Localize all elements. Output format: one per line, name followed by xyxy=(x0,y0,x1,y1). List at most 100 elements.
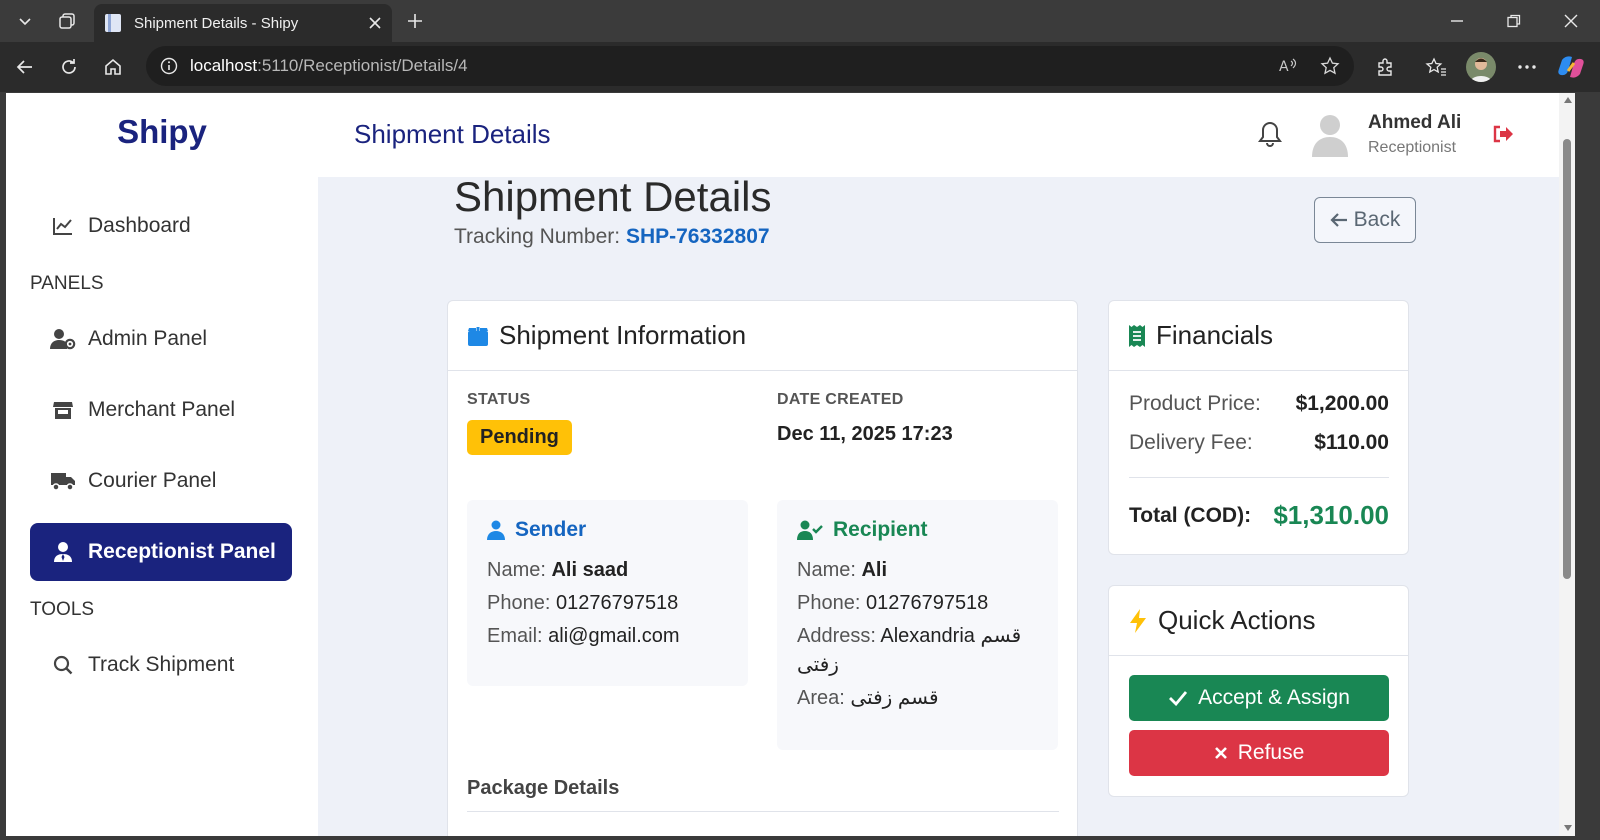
refresh-icon[interactable] xyxy=(52,50,86,84)
sidebar-item-label: Track Shipment xyxy=(88,653,235,676)
sender-phone: Phone: 01276797518 xyxy=(487,592,679,614)
chart-line-icon xyxy=(50,216,76,236)
sidebar-item-merchant-panel[interactable]: Merchant Panel xyxy=(30,381,292,439)
recipient-name: Name: Ali xyxy=(797,559,888,581)
recipient-address: Address: Alexandria قسم زفتى xyxy=(797,625,1022,676)
box-icon xyxy=(467,325,489,347)
bolt-icon xyxy=(1128,608,1148,634)
divider xyxy=(1129,477,1389,478)
sidebar-item-label: Merchant Panel xyxy=(88,398,236,421)
sidebar-item-dashboard[interactable]: Dashboard xyxy=(30,197,292,255)
sender-box: Sender Name: Ali saad Phone: 01276797518… xyxy=(467,500,748,686)
sidebar-item-admin-panel[interactable]: Admin Panel xyxy=(30,310,292,368)
read-aloud-icon[interactable]: A xyxy=(1278,56,1298,76)
scroll-up-arrow-icon[interactable] xyxy=(1564,97,1572,103)
user-name: Ahmed Ali xyxy=(1368,112,1462,133)
date-created-label: DATE CREATED xyxy=(777,391,904,408)
user-avatar[interactable] xyxy=(1312,113,1348,157)
user-role: Receptionist xyxy=(1368,139,1457,156)
user-check-icon xyxy=(797,520,823,540)
window-close-icon[interactable] xyxy=(1554,4,1588,38)
sidebar-item-receptionist-panel[interactable]: Receptionist Panel xyxy=(30,523,292,581)
new-tab-icon[interactable] xyxy=(398,4,432,38)
status-badge: Pending xyxy=(467,420,572,455)
delivery-fee-row: Delivery Fee: $110.00 xyxy=(1129,431,1389,454)
workspaces-icon[interactable] xyxy=(50,4,84,38)
sidebar: Shipy Dashboard PANELS Admin Panel Merch… xyxy=(6,93,318,836)
refuse-button[interactable]: Refuse xyxy=(1129,730,1389,776)
card-title: Quick Actions xyxy=(1158,605,1316,635)
card-header: Financials xyxy=(1109,301,1408,371)
tab-list-chevron-icon[interactable] xyxy=(8,4,42,38)
section-label-panels: PANELS xyxy=(30,273,104,294)
card-title: Shipment Information xyxy=(499,320,747,350)
restore-icon[interactable] xyxy=(1497,4,1531,38)
extensions-puzzle-icon[interactable] xyxy=(1368,50,1402,84)
card-header: Shipment Information xyxy=(448,301,1077,371)
recipient-area: Area: قسم زفتى xyxy=(797,687,939,709)
tab-close-icon[interactable] xyxy=(368,16,382,30)
section-label-tools: TOOLS xyxy=(30,599,95,620)
copilot-icon[interactable] xyxy=(1556,52,1586,82)
back-button[interactable]: Back xyxy=(1314,197,1416,243)
sidebar-item-label: Courier Panel xyxy=(88,469,217,492)
arrow-left-icon xyxy=(1330,212,1348,228)
financials-card: Financials Product Price: $1,200.00 Deliv… xyxy=(1108,300,1409,555)
product-price-row: Product Price: $1,200.00 xyxy=(1129,392,1389,415)
card-header: Quick Actions xyxy=(1109,586,1408,656)
logout-icon[interactable] xyxy=(1492,124,1514,144)
user-icon xyxy=(487,520,505,540)
sender-email: Email: ali@gmail.com xyxy=(487,625,680,647)
scrollbar-thumb[interactable] xyxy=(1563,139,1571,579)
page-favicon-icon xyxy=(104,13,122,33)
home-icon[interactable] xyxy=(96,50,130,84)
sidebar-item-label: Admin Panel xyxy=(88,327,208,350)
date-created-value: Dec 11, 2025 17:23 xyxy=(777,423,953,445)
brand-logo[interactable]: Shipy xyxy=(6,113,318,151)
package-details-heading: Package Details xyxy=(467,777,620,799)
accept-assign-button[interactable]: Accept & Assign xyxy=(1129,675,1389,721)
browser-tab-bar: Shipment Details - Shipy xyxy=(0,0,1600,42)
user-gear-icon xyxy=(50,328,76,350)
vertical-scrollbar[interactable] xyxy=(1559,93,1575,836)
notification-bell-icon[interactable] xyxy=(1258,120,1282,148)
back-button-label: Back xyxy=(1353,208,1401,231)
site-info-icon[interactable] xyxy=(160,57,178,75)
minimize-icon[interactable] xyxy=(1440,4,1474,38)
sidebar-item-label: Receptionist Panel xyxy=(88,540,276,563)
top-header: Shipment Details Ahmed Ali Receptionist xyxy=(318,93,1575,177)
header-page-title: Shipment Details xyxy=(354,119,551,149)
tracking-number: SHP-76332807 xyxy=(625,225,770,248)
shipment-info-card: Shipment Information STATUS Pending DATE… xyxy=(447,300,1078,836)
truck-icon xyxy=(50,471,76,491)
recipient-heading: Recipient xyxy=(797,518,1038,542)
quick-actions-card: Quick Actions Accept & Assign Refuse xyxy=(1108,585,1409,797)
tracking-label: Tracking Number: xyxy=(454,225,621,248)
sidebar-item-track-shipment[interactable]: Track Shipment xyxy=(30,636,292,694)
search-icon xyxy=(50,655,76,675)
accept-assign-label: Accept & Assign xyxy=(1198,686,1350,709)
recipient-phone: Phone: 01276797518 xyxy=(797,592,989,614)
favorites-icon[interactable] xyxy=(1419,50,1453,84)
browser-profile-avatar[interactable] xyxy=(1466,52,1496,82)
total-row: Total (COD): $1,310.00 xyxy=(1129,500,1389,530)
page-viewport: Shipy Dashboard PANELS Admin Panel Merch… xyxy=(6,93,1575,836)
favorite-star-icon[interactable] xyxy=(1320,56,1340,76)
scroll-down-arrow-icon[interactable] xyxy=(1564,825,1572,831)
check-icon xyxy=(1168,690,1188,706)
back-arrow-icon[interactable] xyxy=(8,50,42,84)
x-icon xyxy=(1214,746,1228,760)
active-tab[interactable]: Shipment Details - Shipy xyxy=(94,4,392,42)
url-field[interactable]: localhost:5110/Receptionist/Details/4 A xyxy=(146,46,1354,86)
sender-heading: Sender xyxy=(487,518,728,542)
more-options-icon[interactable] xyxy=(1510,50,1544,84)
card-title: Financials xyxy=(1156,320,1274,350)
tab-title: Shipment Details - Shipy xyxy=(134,14,299,32)
user-tie-icon xyxy=(50,541,76,563)
sidebar-item-label: Dashboard xyxy=(88,214,191,237)
sidebar-item-courier-panel[interactable]: Courier Panel xyxy=(30,452,292,510)
divider xyxy=(467,811,1059,812)
sender-name: Name: Ali saad xyxy=(487,559,629,581)
status-label: STATUS xyxy=(467,391,531,408)
browser-address-bar: localhost:5110/Receptionist/Details/4 A xyxy=(0,42,1600,92)
